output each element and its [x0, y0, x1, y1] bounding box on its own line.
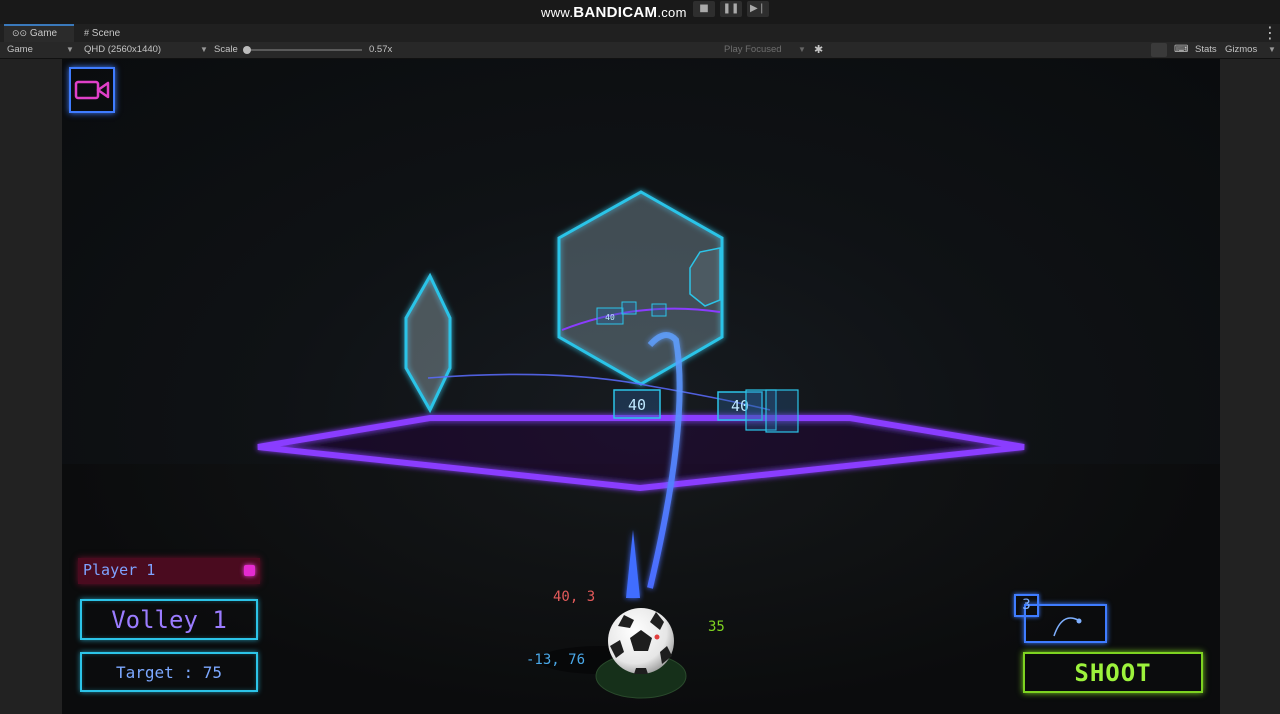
- aim-spike: [626, 530, 640, 598]
- shot-stat-blue: -13, 76: [526, 652, 586, 668]
- target-score: Target : 75: [80, 652, 258, 692]
- target-panel-center-label: 40: [628, 396, 646, 414]
- camera-toggle-button[interactable]: [69, 67, 115, 113]
- shoot-button[interactable]: SHOOT: [1023, 652, 1203, 693]
- target-panel-far-label: 40: [605, 313, 615, 322]
- shot-stat-green: 35: [708, 619, 725, 635]
- hex-target-left: [404, 272, 452, 414]
- soccer-ball: [608, 608, 674, 674]
- video-camera-icon: [74, 80, 110, 100]
- player-label: Player 1: [83, 561, 156, 579]
- player-color-dot: [244, 565, 255, 576]
- volley-counter: Volley 1: [80, 599, 258, 640]
- arena-boundary: [257, 415, 1025, 492]
- target-panel-center: 40: [613, 389, 661, 419]
- shot-stat-red: 40, 3: [553, 589, 596, 605]
- player-indicator: Player 1: [78, 558, 260, 584]
- trajectory-count-badge: 3: [1014, 594, 1039, 617]
